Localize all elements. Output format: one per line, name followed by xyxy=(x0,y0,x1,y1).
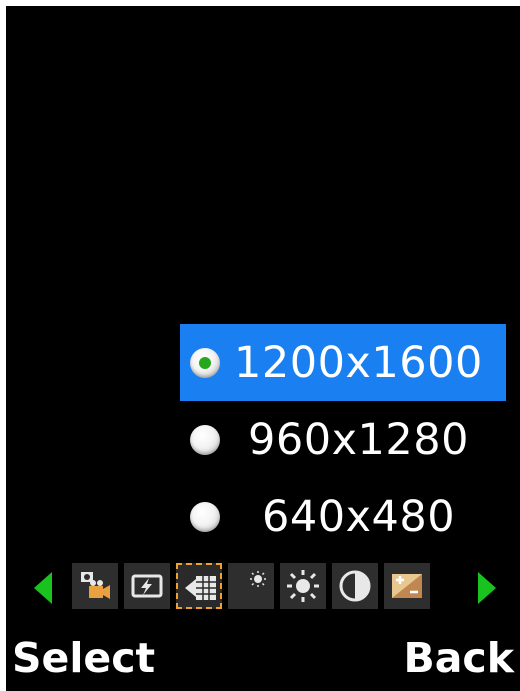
resolution-icon[interactable] xyxy=(176,563,222,609)
resolution-label: 640x480 xyxy=(262,491,456,542)
brightness-icon[interactable] xyxy=(280,563,326,609)
resolution-option-640x480[interactable]: 640x480 xyxy=(180,478,506,555)
resolution-label: 960x1280 xyxy=(248,414,469,465)
camera-settings-screen: 1200x1600 960x1280 640x480 Select Back xyxy=(6,6,520,691)
resolution-option-1200x1600[interactable]: 1200x1600 xyxy=(180,324,506,401)
scroll-left-arrow-icon[interactable] xyxy=(34,572,52,604)
camera-toolbar xyxy=(34,561,504,611)
contrast-icon[interactable] xyxy=(332,563,378,609)
resolution-list: 1200x1600 960x1280 640x480 xyxy=(180,324,506,555)
exposure-icon[interactable] xyxy=(384,563,430,609)
night-mode-icon[interactable] xyxy=(228,563,274,609)
flash-icon[interactable] xyxy=(124,563,170,609)
radio-selected-icon xyxy=(190,347,220,378)
resolution-option-960x1280[interactable]: 960x1280 xyxy=(180,401,506,478)
scroll-right-arrow-icon[interactable] xyxy=(478,572,496,604)
radio-unselected-icon xyxy=(190,424,220,455)
resolution-label: 1200x1600 xyxy=(234,337,483,388)
back-softkey[interactable]: Back xyxy=(404,634,515,682)
select-softkey[interactable]: Select xyxy=(12,634,155,682)
video-camera-icon[interactable] xyxy=(72,563,118,609)
radio-unselected-icon xyxy=(190,501,220,532)
